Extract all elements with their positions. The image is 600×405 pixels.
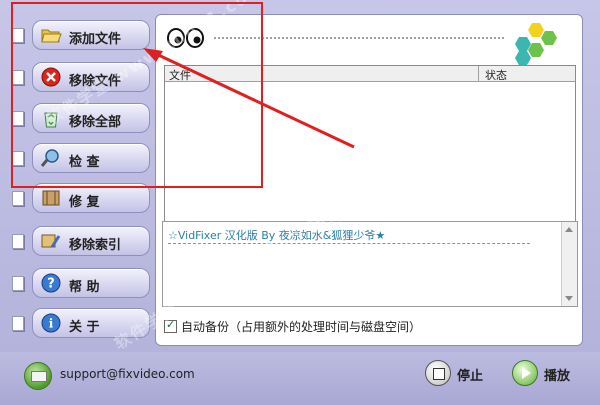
auto-backup-checkbox[interactable]	[164, 318, 177, 333]
play-icon	[512, 360, 538, 386]
row-checkbox[interactable]	[12, 191, 24, 206]
nav-row-repair: 修 复	[8, 183, 152, 213]
nav-row-check: 检 查	[8, 143, 152, 173]
column-header-file[interactable]: 文件	[169, 67, 191, 83]
left-nav: 添加文件 移除文件 移除全部 检 查 修 复 移除索引 ? 帮 助 i 关 于	[0, 0, 155, 352]
row-checkbox[interactable]	[12, 28, 24, 43]
red-x-icon	[41, 67, 61, 87]
scroll-up-arrow[interactable]	[565, 227, 573, 232]
nav-row-remove-file: 移除文件	[8, 62, 152, 92]
row-checkbox[interactable]	[12, 276, 24, 291]
remove-file-button[interactable]: 移除文件	[32, 62, 150, 92]
scroll-down-arrow[interactable]	[565, 296, 573, 301]
row-checkbox[interactable]	[12, 70, 24, 85]
auto-backup-option[interactable]: 自动备份（占用额外的处理时间与磁盘空间）	[164, 318, 421, 335]
top-strip	[164, 25, 504, 51]
nav-label: 关 于	[69, 320, 100, 335]
nav-row-add-file: 添加文件	[8, 20, 152, 50]
info-icon: i	[41, 313, 61, 333]
envelope-icon	[31, 371, 47, 382]
index-tool-icon	[41, 234, 61, 248]
nav-row-about: i 关 于	[8, 308, 152, 338]
log-area[interactable]: ☆VidFixer 汉化版 By 夜凉如水&狐狸少爷★	[162, 221, 578, 307]
film-repair-icon	[42, 190, 60, 206]
folder-open-icon	[41, 29, 62, 43]
svg-text:i: i	[49, 317, 54, 331]
play-label: 播放	[544, 369, 571, 384]
nav-label: 帮 助	[69, 280, 100, 295]
column-separator[interactable]	[478, 66, 479, 81]
footer-bar: support@fixvideo.com 停止 播放	[0, 352, 600, 405]
stop-icon	[425, 360, 451, 386]
stop-button[interactable]: 停止	[425, 360, 495, 386]
remove-all-button[interactable]: 移除全部	[32, 103, 150, 133]
column-header-status[interactable]: 状态	[485, 67, 507, 83]
nav-row-help: ? 帮 助	[8, 268, 152, 298]
row-checkbox[interactable]	[12, 234, 24, 249]
app-window: 添加文件 移除文件 移除全部 检 查 修 复 移除索引 ? 帮 助 i 关 于 …	[0, 0, 600, 405]
nav-label: 检 查	[69, 155, 100, 170]
about-button[interactable]: i 关 于	[32, 308, 150, 338]
svg-text:?: ?	[47, 277, 55, 292]
nav-label: 移除索引	[69, 238, 122, 253]
eyes-icon	[167, 28, 204, 48]
nav-label: 添加文件	[69, 32, 122, 47]
play-button[interactable]: 播放	[512, 360, 582, 386]
nav-label: 移除文件	[69, 74, 122, 89]
file-list[interactable]: 文件 状态	[164, 65, 576, 222]
row-checkbox[interactable]	[12, 111, 24, 126]
hexagon-logo-icon	[515, 23, 557, 65]
nav-label: 移除全部	[69, 115, 122, 130]
auto-backup-label: 自动备份（占用额外的处理时间与磁盘空间）	[181, 320, 422, 334]
remove-index-button[interactable]: 移除索引	[32, 226, 150, 256]
add-file-button[interactable]: 添加文件	[32, 20, 150, 50]
row-checkbox[interactable]	[12, 151, 24, 166]
stop-label: 停止	[457, 369, 484, 384]
nav-label: 修 复	[69, 195, 100, 210]
support-email[interactable]: support@fixvideo.com	[60, 367, 195, 381]
check-button[interactable]: 检 查	[32, 143, 150, 173]
main-panel: 文件 状态 ☆VidFixer 汉化版 By 夜凉如水&狐狸少爷★ 自动备份（占…	[155, 14, 583, 346]
file-list-header: 文件 状态	[165, 66, 575, 82]
log-divider	[168, 243, 530, 244]
mail-icon	[24, 362, 52, 390]
nav-row-remove-index: 移除索引	[8, 226, 152, 256]
dotted-divider	[214, 37, 504, 39]
repair-button[interactable]: 修 复	[32, 183, 150, 213]
help-icon: ?	[41, 273, 61, 293]
help-button[interactable]: ? 帮 助	[32, 268, 150, 298]
magnifier-icon	[40, 149, 59, 167]
row-checkbox[interactable]	[12, 316, 24, 331]
recycle-bin-icon	[44, 112, 58, 128]
nav-row-remove-all: 移除全部	[8, 103, 152, 133]
log-scrollbar[interactable]	[561, 222, 577, 306]
log-text: ☆VidFixer 汉化版 By 夜凉如水&狐狸少爷★	[168, 229, 386, 242]
